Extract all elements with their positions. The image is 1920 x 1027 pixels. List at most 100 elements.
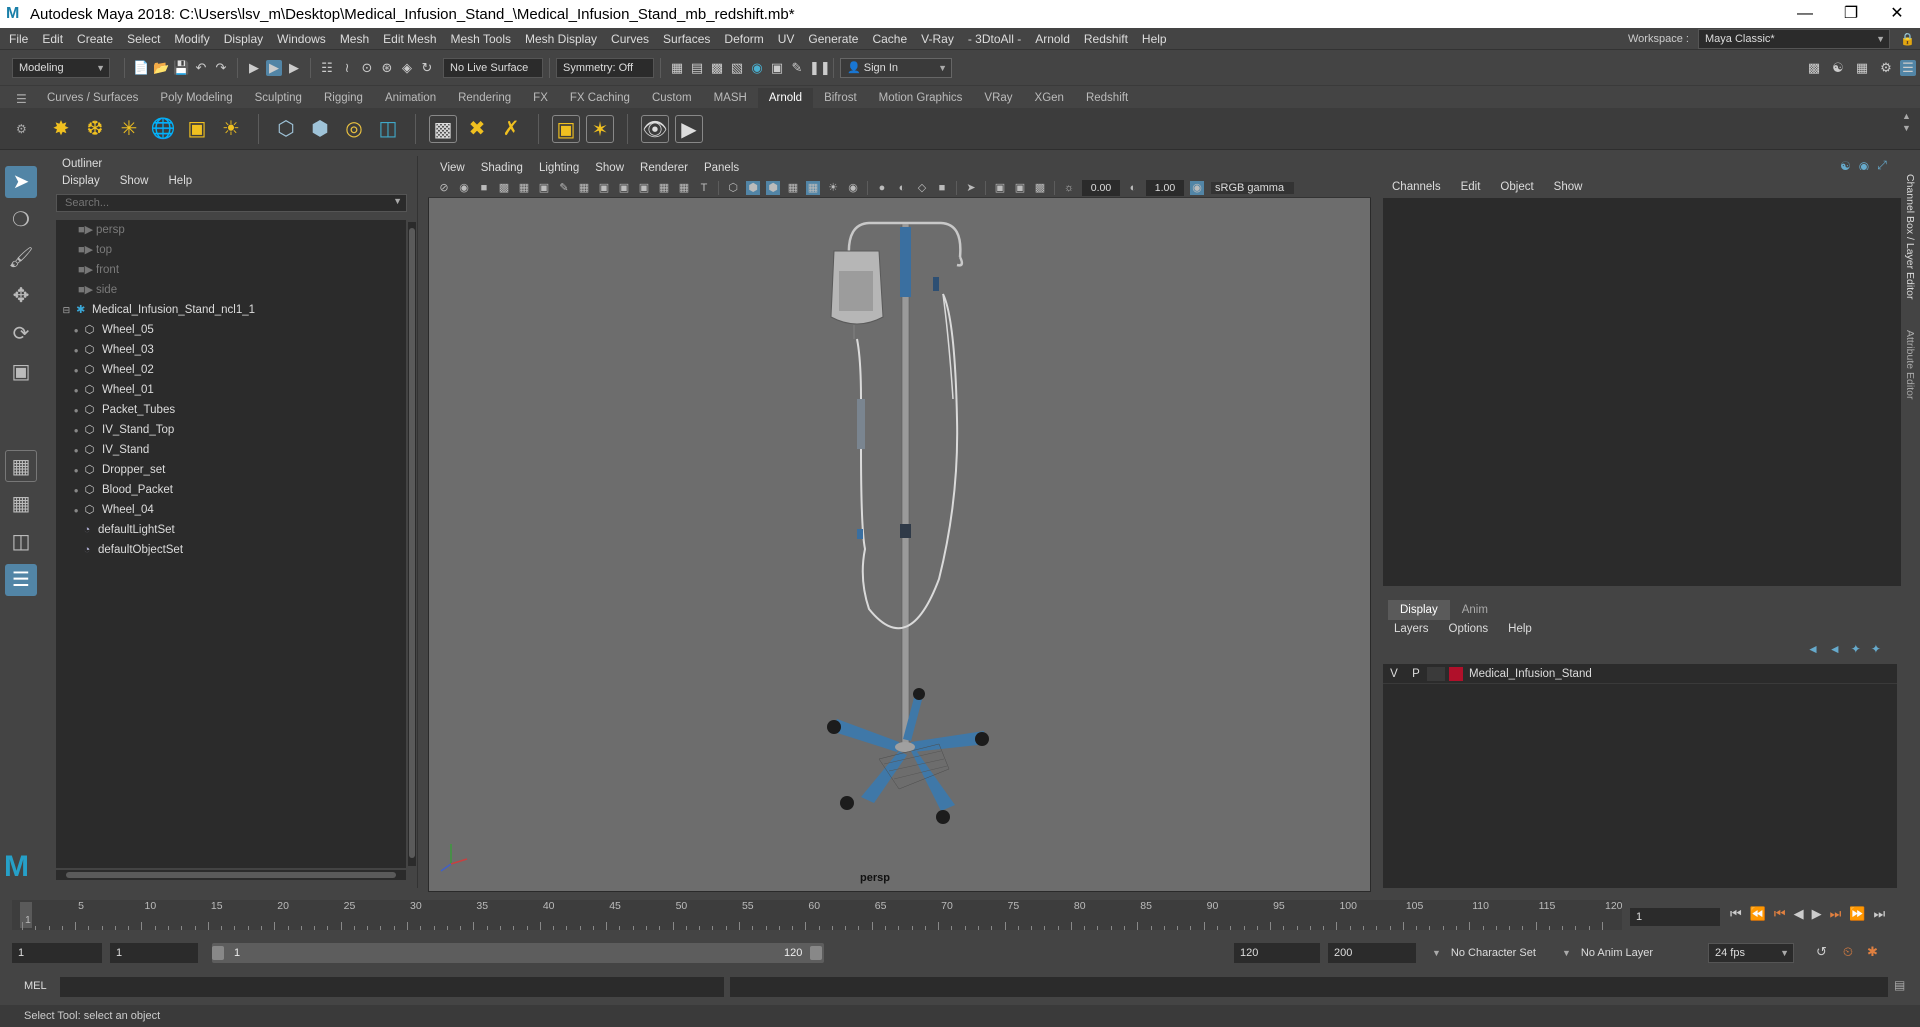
outliner-item[interactable]: ⊟ ✱ Medical_Infusion_Stand_ncl1_1 xyxy=(56,300,406,320)
live-surface-field[interactable]: No Live Surface xyxy=(443,58,543,78)
tool-settings-icon[interactable]: ⚙ xyxy=(1878,60,1894,76)
step-back-frame-icon[interactable]: ⏮ xyxy=(1774,906,1786,922)
use-lights-icon[interactable]: ▦ xyxy=(806,180,820,195)
physical-sky-icon[interactable]: ☀ xyxy=(217,115,245,143)
layer-menu-layers[interactable]: Layers xyxy=(1384,620,1439,638)
menu-mesh[interactable]: Mesh xyxy=(333,28,376,50)
fps-dropdown[interactable]: 24 fps ▼ xyxy=(1708,943,1794,963)
render-view-icon[interactable]: ▦ xyxy=(669,60,685,76)
four-view-layout-icon[interactable]: ▦ xyxy=(5,488,37,520)
layer-tab-display[interactable]: Display xyxy=(1388,600,1450,620)
time-ruler[interactable]: 1 5 10 15 20 25 30 35 40 45 50 55 60 65 70 75 80 85 90 95 10… xyxy=(12,900,1623,930)
end-time-field[interactable]: 200 xyxy=(1328,943,1416,963)
render-frame-icon[interactable]: ▤ xyxy=(689,60,705,76)
safe-action-icon[interactable]: ▦ xyxy=(677,181,691,195)
channel-box-tab[interactable]: Channel Box / Layer Editor xyxy=(1904,174,1916,300)
backface-culling-icon[interactable]: ▩ xyxy=(1033,181,1047,195)
step-forward-frame-icon[interactable]: ⏭ xyxy=(1830,906,1842,922)
isolate-select-icon[interactable]: ■ xyxy=(935,181,949,195)
outliner-item[interactable]: ■▶ side xyxy=(56,280,406,300)
current-frame-field[interactable]: 1 xyxy=(1630,908,1720,926)
snap-point-icon[interactable]: ⊙ xyxy=(359,60,375,76)
range-slider[interactable]: 1 120 xyxy=(212,943,824,963)
outliner-item[interactable]: ● ⬡ Blood_Packet xyxy=(56,480,406,500)
move-layer-up-icon[interactable]: ◄ xyxy=(1807,642,1819,656)
step-back-key-icon[interactable]: ⏪ xyxy=(1750,906,1766,922)
channel-box-menu-channels[interactable]: Channels xyxy=(1382,178,1451,196)
attribute-editor-tab[interactable]: Attribute Editor xyxy=(1904,330,1916,399)
outliner-item[interactable]: ● ⬡ Wheel_03 xyxy=(56,340,406,360)
anti-aliasing-icon[interactable]: ◐ xyxy=(895,181,909,195)
shelf-tab-mash[interactable]: MASH xyxy=(703,88,758,108)
menu-edit[interactable]: Edit xyxy=(35,28,70,50)
menu-curves[interactable]: Curves xyxy=(604,28,656,50)
layer-menu-options[interactable]: Options xyxy=(1439,620,1499,638)
play-forward-icon[interactable]: ▶ xyxy=(1812,906,1822,922)
light-manager-icon[interactable]: ✶ xyxy=(586,114,614,143)
camera-tools-icon[interactable]: ▦ xyxy=(517,181,531,195)
menu-help[interactable]: Help xyxy=(1135,28,1174,50)
light-editor-icon[interactable]: ✎ xyxy=(789,60,805,76)
pause-icon[interactable]: ❚❚ xyxy=(809,60,831,76)
anim-end-field[interactable]: 120 xyxy=(1234,943,1320,963)
field-chart-icon[interactable]: ▦ xyxy=(657,181,671,195)
restore-button[interactable]: ❐ xyxy=(1828,0,1874,28)
outliner-item[interactable]: ■▶ persp xyxy=(56,220,406,240)
shelf-tab-xgen[interactable]: XGen xyxy=(1024,88,1075,108)
start-time-field[interactable]: 1 xyxy=(12,943,102,963)
open-scene-icon[interactable]: 📂 xyxy=(153,60,169,76)
wireframe-on-shaded-icon[interactable]: ⬢ xyxy=(766,180,780,195)
outliner-search[interactable]: ▼ xyxy=(56,194,407,212)
layer-visibility-toggle[interactable]: V xyxy=(1383,668,1405,680)
grease-pencil-icon[interactable]: ✎ xyxy=(557,181,571,195)
colorspace-field[interactable]: sRGB gamma xyxy=(1211,181,1295,194)
area-light-icon[interactable]: ✸ xyxy=(47,115,75,143)
new-scene-icon[interactable]: 📄 xyxy=(133,60,149,76)
shelf-tab-rendering[interactable]: Rendering xyxy=(447,88,522,108)
menu-mesh-display[interactable]: Mesh Display xyxy=(518,28,604,50)
outliner-menu-show[interactable]: Show xyxy=(110,172,159,190)
color-management-icon[interactable]: ◉ xyxy=(1190,180,1204,195)
flush-caches-icon[interactable]: ✗ xyxy=(497,115,525,143)
gamma-icon[interactable]: ◐ xyxy=(1126,181,1140,195)
outliner-item[interactable]: ◔ defaultLightSet xyxy=(56,520,406,540)
menu-select[interactable]: Select xyxy=(120,28,167,50)
menu-v-ray[interactable]: V-Ray xyxy=(914,28,961,50)
select-camera-icon[interactable]: ⊘ xyxy=(437,181,451,195)
viewport-menu-view[interactable]: View xyxy=(432,158,473,178)
outliner-scrollbar[interactable] xyxy=(408,222,416,866)
snap-grid-icon[interactable]: ☷ xyxy=(319,60,335,76)
render-icon[interactable]: ▩ xyxy=(429,114,457,143)
anim-layer-dropdown-icon[interactable]: ▼ xyxy=(1562,948,1571,958)
script-editor-icon[interactable]: ▤ xyxy=(1894,978,1905,992)
redo-icon[interactable]: ↷ xyxy=(213,60,229,76)
outliner-menu-help[interactable]: Help xyxy=(159,172,203,190)
render-settings-icon[interactable]: ▧ xyxy=(729,60,745,76)
outliner-item[interactable]: ● ⬡ IV_Stand xyxy=(56,440,406,460)
outliner-item[interactable]: ● ⬡ IV_Stand_Top xyxy=(56,420,406,440)
outliner-search-input[interactable] xyxy=(65,197,365,209)
new-layer-selected-icon[interactable]: ✦ xyxy=(1871,642,1881,656)
command-input[interactable] xyxy=(60,977,724,997)
channel-box-menu-edit[interactable]: Edit xyxy=(1451,178,1491,196)
viewport-scene[interactable] xyxy=(429,199,1370,891)
outliner-item[interactable]: ● ⬡ Wheel_02 xyxy=(56,360,406,380)
snap-live-icon[interactable]: ↻ xyxy=(419,60,435,76)
layer-type-toggle[interactable] xyxy=(1427,666,1445,681)
menu-3dtoall[interactable]: - 3DtoAll - xyxy=(961,28,1028,50)
gate-mask-icon[interactable]: ▣ xyxy=(637,181,651,195)
outliner-menu-display[interactable]: Display xyxy=(52,172,110,190)
menu-surfaces[interactable]: Surfaces xyxy=(656,28,717,50)
2d-pan-zoom-icon[interactable]: ▣ xyxy=(537,181,551,195)
menu-windows[interactable]: Windows xyxy=(270,28,333,50)
menu-create[interactable]: Create xyxy=(70,28,120,50)
modeling-toolkit-icon[interactable]: ▩ xyxy=(1806,60,1822,76)
channel-box-icon[interactable]: ☰ xyxy=(1900,60,1916,76)
loop-icon[interactable]: ↺ xyxy=(1816,944,1827,960)
wireframe-icon[interactable]: ⬡ xyxy=(726,181,740,195)
layer-menu-help[interactable]: Help xyxy=(1498,620,1542,638)
outliner-item[interactable]: ● ⬡ Packet_Tubes xyxy=(56,400,406,420)
shelf-tab-sculpting[interactable]: Sculpting xyxy=(244,88,313,108)
menu-uv[interactable]: UV xyxy=(771,28,802,50)
flush-textures-icon[interactable]: ✖ xyxy=(463,115,491,143)
